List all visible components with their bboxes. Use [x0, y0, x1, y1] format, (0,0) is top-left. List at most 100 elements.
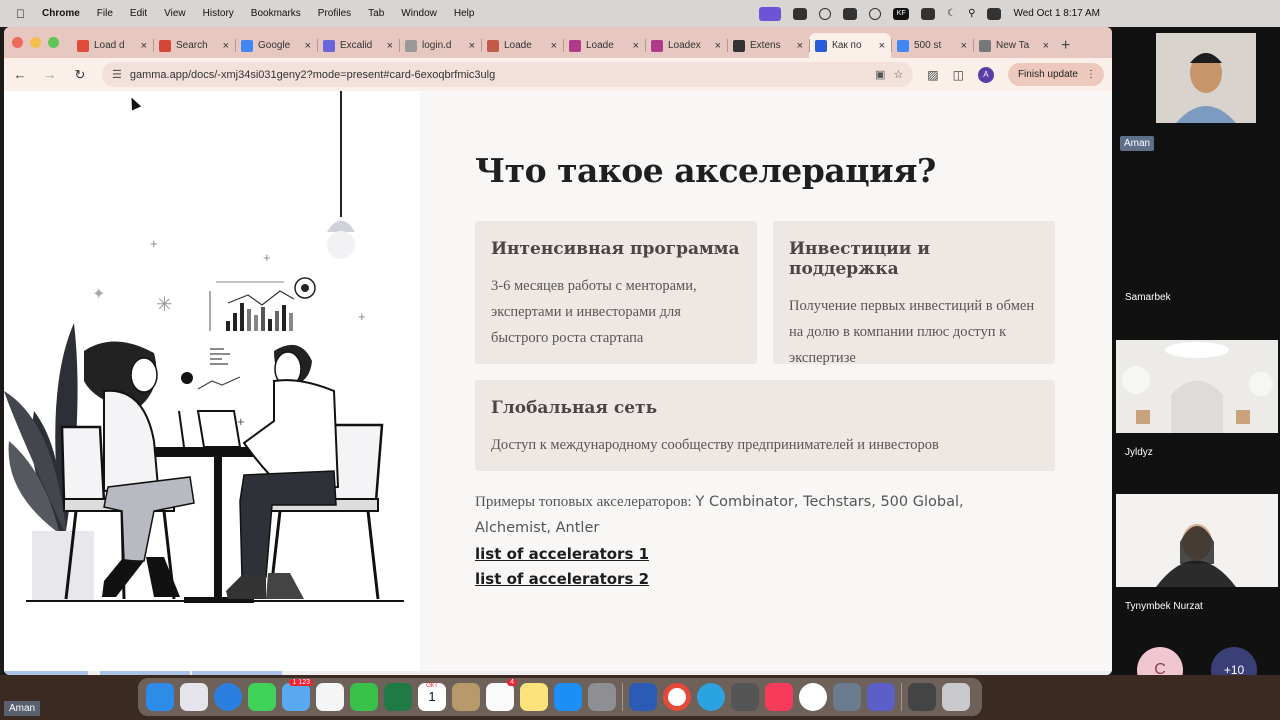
card-investments: Инвестиции и поддержка Получение первых … — [773, 221, 1055, 366]
system-settings-icon[interactable] — [588, 683, 616, 711]
bookmark-star-icon[interactable]: ☆ — [893, 68, 903, 81]
reload-button[interactable]: ↻ — [72, 67, 88, 83]
speaker-name-label: Aman — [4, 701, 41, 716]
tab-close-icon[interactable]: × — [551, 40, 557, 52]
browser-tab[interactable]: Search × — [153, 33, 235, 58]
menu-file[interactable]: File — [97, 8, 113, 19]
notes-icon[interactable] — [520, 683, 548, 711]
extensions-icon[interactable]: ▨ — [927, 68, 938, 82]
clock[interactable]: Wed Oct 1 8:17 AM — [1013, 8, 1100, 19]
photos-icon[interactable] — [316, 683, 344, 711]
tab-close-icon[interactable]: × — [387, 40, 393, 52]
finder-icon[interactable] — [146, 683, 174, 711]
profile-avatar[interactable]: A — [977, 66, 994, 83]
vpn-icon[interactable] — [819, 7, 832, 20]
meet-status-icon[interactable] — [759, 6, 782, 21]
mail-icon[interactable]: 1 123 — [282, 679, 313, 711]
wifi-icon[interactable]: ☾ — [947, 8, 956, 19]
new-tab-button[interactable]: + — [1061, 33, 1070, 58]
zoom-window-icon[interactable] — [48, 37, 59, 48]
menu-window[interactable]: Window — [401, 8, 437, 19]
browser-tab[interactable]: Loade × — [563, 33, 645, 58]
video-tile-aman[interactable] — [1116, 33, 1278, 123]
preview-icon[interactable] — [833, 683, 861, 711]
app-status-icon[interactable] — [793, 7, 808, 20]
messages-icon[interactable] — [248, 683, 276, 711]
downloads-icon[interactable] — [908, 683, 936, 711]
menu-bookmarks[interactable]: Bookmarks — [251, 8, 301, 19]
safari-icon[interactable] — [214, 683, 242, 711]
browser-tab[interactable]: New Ta × — [973, 33, 1055, 58]
reminders-icon[interactable]: 4 — [486, 679, 517, 711]
menu-view[interactable]: View — [164, 8, 186, 19]
tab-close-icon[interactable]: × — [961, 40, 967, 52]
excel-icon[interactable] — [384, 683, 412, 711]
browser-tab[interactable]: Load d × — [71, 33, 153, 58]
url-text[interactable]: gamma.app/docs/-xmj34si031geny2?mode=pre… — [130, 69, 867, 81]
menu-tab[interactable]: Tab — [368, 8, 384, 19]
tab-close-icon[interactable]: × — [1043, 40, 1049, 52]
address-bar[interactable]: ☰ gamma.app/docs/-xmj34si031geny2?mode=p… — [102, 62, 914, 87]
browser-tab[interactable]: Как по × — [809, 33, 891, 58]
tab-close-icon[interactable]: × — [633, 40, 639, 52]
chatgpt-icon[interactable] — [799, 683, 827, 711]
spotlight-icon[interactable]: ⚲ — [968, 8, 975, 19]
browser-tab[interactable]: Loadex × — [645, 33, 727, 58]
tab-title: Loade — [504, 40, 532, 51]
telegram-icon[interactable] — [697, 683, 725, 711]
facetime-icon[interactable] — [350, 683, 378, 711]
tab-close-icon[interactable]: × — [141, 40, 147, 52]
browser-tab[interactable]: 500 st × — [891, 33, 973, 58]
contacts-icon[interactable] — [452, 683, 480, 711]
keyboard-layout-badge[interactable]: KF — [893, 7, 910, 20]
accelerators-link-1[interactable]: list of accelerators 1 — [475, 545, 649, 563]
menu-edit[interactable]: Edit — [130, 8, 147, 19]
tab-favicon-icon — [979, 39, 991, 52]
tab-close-icon[interactable]: × — [715, 40, 721, 52]
side-panel-icon[interactable]: ◫ — [953, 68, 964, 82]
tab-close-icon[interactable]: × — [469, 40, 475, 52]
minimize-window-icon[interactable] — [30, 37, 41, 48]
menu-history[interactable]: History — [203, 8, 234, 19]
accelerators-link-2[interactable]: list of accelerators 2 — [475, 570, 649, 588]
apple-icon[interactable]:  — [16, 7, 34, 21]
menu-profiles[interactable]: Profiles — [318, 8, 351, 19]
reminders-badge: 4 — [507, 679, 517, 686]
word-icon[interactable] — [629, 683, 657, 711]
browser-tab[interactable]: Loade × — [481, 33, 563, 58]
calendar-day: 1 — [428, 689, 436, 704]
browser-tab[interactable]: Google × — [235, 33, 317, 58]
play-icon[interactable] — [869, 7, 882, 20]
tab-close-icon[interactable]: × — [223, 40, 229, 52]
install-app-icon[interactable]: ▣ — [875, 68, 885, 81]
menu-app-name[interactable]: Chrome — [42, 8, 80, 19]
app-icon[interactable] — [731, 683, 759, 711]
app-store-icon[interactable] — [554, 683, 582, 711]
tab-close-icon[interactable]: × — [879, 40, 885, 52]
back-button[interactable]: ← — [12, 67, 28, 82]
close-window-icon[interactable] — [12, 37, 23, 48]
finish-update-button[interactable]: Finish update ⋮ — [1007, 63, 1104, 86]
menu-help[interactable]: Help — [454, 8, 475, 19]
cloud-icon[interactable] — [843, 7, 858, 20]
video-tile-jyldyz[interactable] — [1116, 340, 1278, 433]
control-center-icon[interactable] — [987, 7, 1002, 20]
more-menu-icon[interactable]: ⋮ — [1086, 69, 1096, 80]
battery-icon[interactable] — [921, 7, 936, 20]
browser-tab[interactable]: Extens × — [727, 33, 809, 58]
site-settings-icon[interactable]: ☰ — [112, 68, 122, 81]
calendar-icon[interactable]: ОКТ 1 — [418, 683, 446, 711]
tab-close-icon[interactable]: × — [797, 40, 803, 52]
browser-tab[interactable]: Excalid × — [317, 33, 399, 58]
tab-close-icon[interactable]: × — [305, 40, 311, 52]
video-tile-tynymbek[interactable] — [1116, 494, 1278, 587]
music-icon[interactable] — [765, 683, 793, 711]
chrome-icon[interactable] — [663, 683, 691, 711]
launchpad-icon[interactable] — [180, 683, 208, 711]
browser-tab[interactable]: login.d × — [399, 33, 481, 58]
trash-icon[interactable] — [942, 683, 970, 711]
teams-icon[interactable] — [867, 683, 895, 711]
examples-text: Примеры топовых акселераторов: Y Combina… — [475, 489, 1015, 541]
card-heading: Инвестиции и поддержка — [789, 239, 930, 279]
forward-button[interactable]: → — [42, 67, 58, 82]
